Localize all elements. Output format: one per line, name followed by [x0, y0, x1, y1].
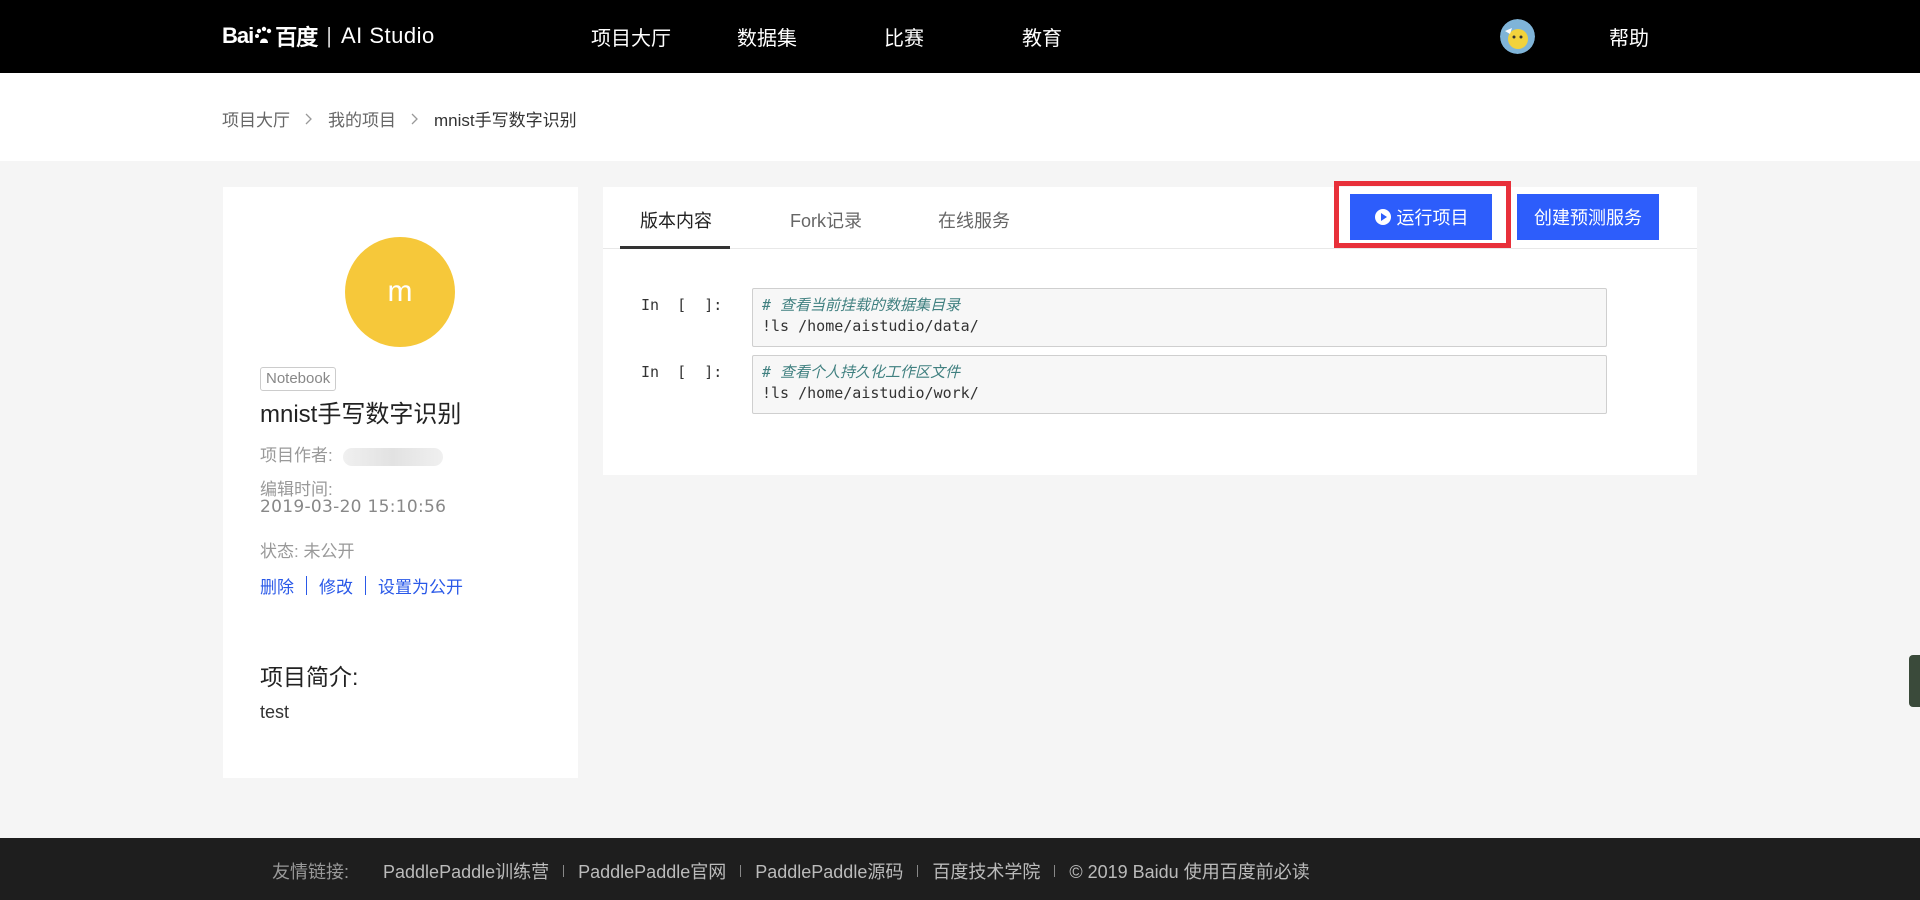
delete-link[interactable]: 删除	[260, 573, 294, 598]
play-icon	[1374, 209, 1391, 225]
cell-prompt: In [ ]:	[641, 363, 723, 381]
breadcrumb-bar: 项目大厅 我的项目 mnist手写数字识别	[0, 73, 1920, 161]
intro-heading: 项目简介:	[260, 664, 359, 690]
project-title: mnist手写数字识别	[260, 401, 462, 428]
code-line: !ls /home/aistudio/data/	[762, 317, 979, 335]
breadcrumb-current: mnist手写数字识别	[434, 111, 577, 130]
author-name-blurred	[342, 447, 443, 466]
footer-label: 友情链接:	[272, 862, 350, 882]
footer-link-paddle-site[interactable]: PaddlePaddle官网	[578, 858, 726, 884]
chevron-right-icon	[411, 113, 418, 124]
tab-online-service[interactable]: 在线服务	[938, 207, 1010, 233]
baidu-paw-icon	[255, 26, 272, 43]
project-info-card: m Notebook mnist手写数字识别 项目作者: 编辑时间: 2019-…	[223, 187, 578, 778]
footer-copyright[interactable]: © 2019 Baidu 使用百度前必读	[1069, 858, 1309, 884]
breadcrumb-my-projects[interactable]: 我的项目	[328, 106, 396, 131]
top-nav: Bai 百度 | AI Studio 项目大厅 数据集 比赛 教育 帮助	[0, 0, 1920, 73]
logo-product: AI Studio	[340, 23, 435, 48]
divider	[306, 576, 307, 595]
tab-fork-records[interactable]: Fork记录	[790, 207, 862, 233]
divider	[563, 865, 565, 877]
code-editor[interactable]: # 查看当前挂载的数据集目录 !ls /home/aistudio/data/	[752, 288, 1607, 347]
status-value: 未公开	[303, 542, 355, 561]
nav-competitions[interactable]: 比赛	[884, 22, 924, 51]
footer-link-baidu-academy[interactable]: 百度技术学院	[932, 858, 1040, 884]
breadcrumb-project-hall[interactable]: 项目大厅	[222, 106, 290, 131]
logo[interactable]: Bai 百度 | AI Studio	[222, 14, 435, 58]
user-avatar[interactable]	[1500, 19, 1535, 54]
author-label: 项目作者:	[260, 446, 333, 465]
divider	[740, 865, 742, 877]
active-tab-indicator	[620, 246, 730, 249]
logo-baidu: Bai 百度	[222, 23, 318, 50]
create-prediction-service-button[interactable]: 创建预测服务	[1517, 194, 1659, 240]
divider	[365, 576, 366, 595]
project-author: 项目作者:	[260, 441, 443, 466]
edit-link[interactable]: 修改	[319, 573, 353, 598]
code-comment: # 查看个人持久化工作区文件	[762, 363, 961, 381]
breadcrumb: 项目大厅 我的项目 mnist手写数字识别	[222, 106, 577, 131]
nav-help[interactable]: 帮助	[1609, 22, 1649, 51]
divider	[1054, 865, 1056, 877]
scroll-handle[interactable]	[1909, 655, 1920, 707]
run-project-label: 运行项目	[1396, 208, 1469, 228]
nav-project-hall[interactable]: 项目大厅	[591, 22, 671, 51]
logo-divider: |	[326, 23, 332, 48]
user-avatar-image	[1500, 19, 1535, 54]
chevron-right-icon	[305, 113, 312, 124]
project-type-badge: Notebook	[260, 367, 337, 391]
project-status: 状态: 未公开	[260, 537, 354, 562]
project-actions: 删除 修改 设置为公开	[260, 573, 463, 598]
set-public-link[interactable]: 设置为公开	[378, 573, 463, 598]
intro-text: test	[260, 702, 290, 722]
project-content-panel: 版本内容 Fork记录 在线服务 运行项目 创建预测服务 In [ ]: # 查…	[603, 181, 1697, 475]
edit-time-value: 2019-03-20 15:10:56	[260, 497, 447, 517]
footer-link-paddle-camp[interactable]: PaddlePaddle训练营	[383, 858, 549, 884]
cell-prompt: In [ ]:	[641, 296, 723, 314]
nav-datasets[interactable]: 数据集	[737, 22, 797, 51]
divider	[917, 865, 919, 877]
footer-link-paddle-source[interactable]: PaddlePaddle源码	[755, 858, 903, 884]
status-label: 状态:	[260, 542, 299, 561]
footer: 友情链接: PaddlePaddle训练营 PaddlePaddle官网 Pad…	[0, 838, 1920, 900]
tab-version-content[interactable]: 版本内容	[640, 207, 712, 233]
project-avatar: m	[345, 237, 455, 347]
code-line: !ls /home/aistudio/work/	[762, 384, 979, 402]
code-comment: # 查看当前挂载的数据集目录	[762, 296, 961, 314]
footer-links: 友情链接: PaddlePaddle训练营 PaddlePaddle官网 Pad…	[272, 858, 1310, 884]
nav-education[interactable]: 教育	[1022, 22, 1062, 51]
tabs-bar: 版本内容 Fork记录 在线服务 运行项目 创建预测服务	[603, 181, 1697, 249]
code-editor[interactable]: # 查看个人持久化工作区文件 !ls /home/aistudio/work/	[752, 355, 1607, 414]
run-project-button[interactable]: 运行项目	[1350, 194, 1492, 240]
